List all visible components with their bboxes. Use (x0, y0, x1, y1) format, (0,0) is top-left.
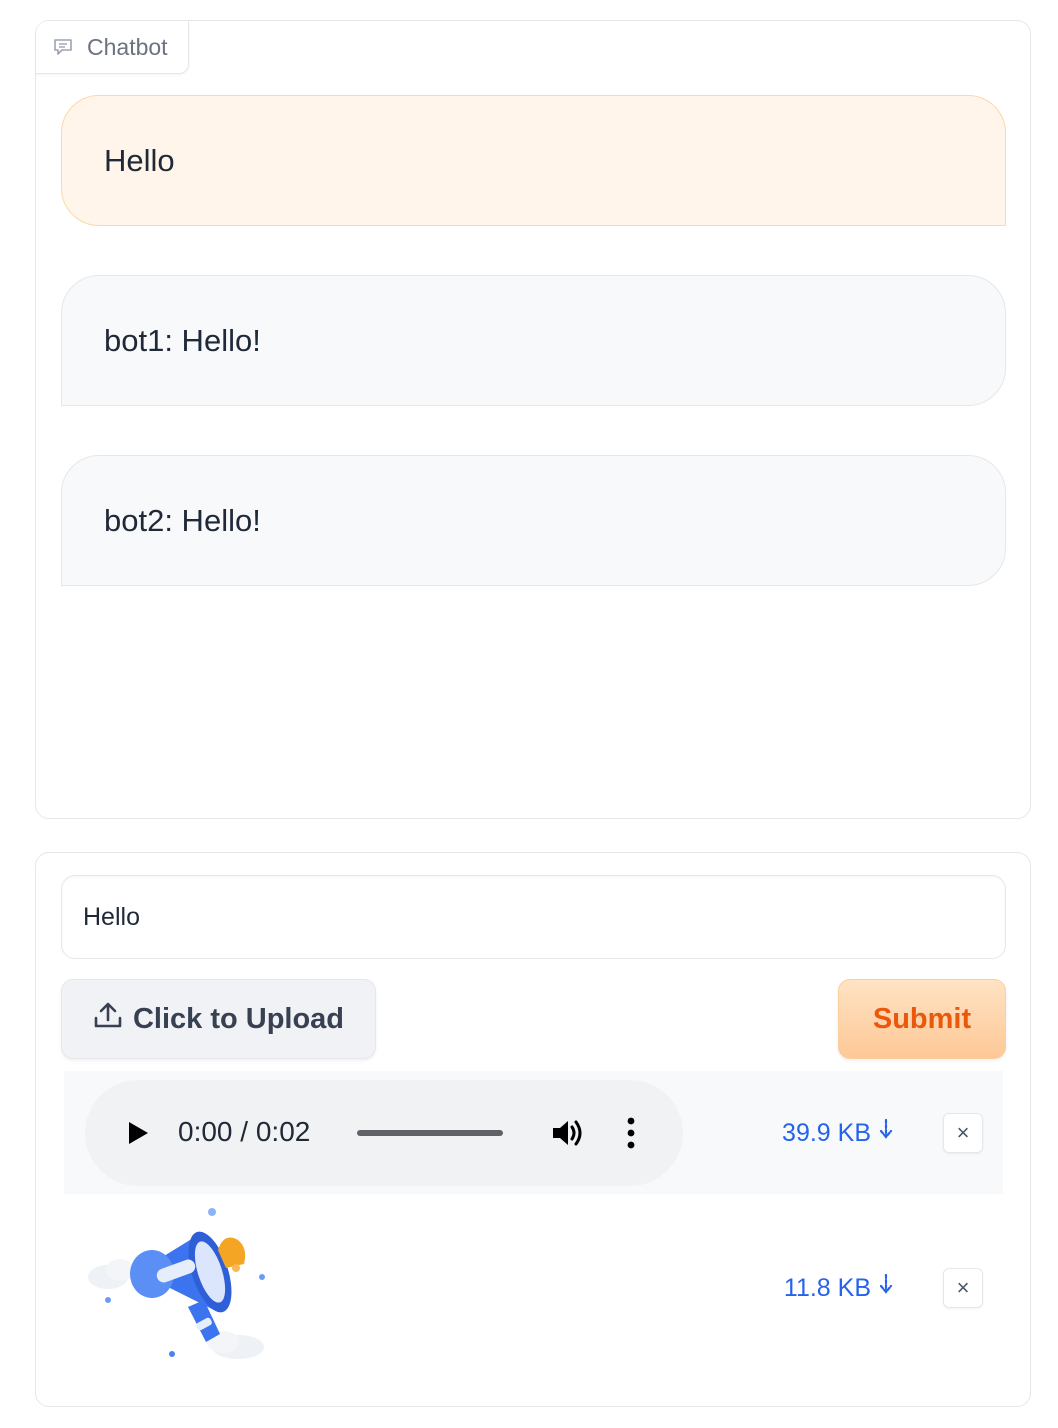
download-icon (879, 1118, 893, 1149)
bot-message: bot1: Hello! (61, 275, 1006, 406)
upload-button[interactable]: Click to Upload (61, 979, 376, 1059)
download-icon (879, 1273, 893, 1304)
chatbot-label: Chatbot (36, 21, 189, 74)
user-message-text: Hello (104, 142, 175, 178)
submit-button[interactable]: Submit (838, 979, 1006, 1059)
file-row-image: 11.8 KB × (64, 1198, 1003, 1368)
upload-button-label: Click to Upload (132, 1002, 345, 1035)
file-row-audio: 0:00 / 0:02 39.9 KB × (64, 1071, 1003, 1194)
chat-icon (53, 38, 73, 56)
bot-message: bot2: Hello! (61, 455, 1006, 586)
audio-time: 0:00 / 0:02 (178, 1116, 311, 1147)
play-icon[interactable] (127, 1121, 149, 1150)
input-panel: Click to Upload Submit 0:00 / 0:02 (35, 852, 1031, 1407)
file-size-download-link[interactable]: 11.8 KB (784, 1273, 893, 1304)
file-size: 39.9 KB (782, 1119, 871, 1147)
bot-message-text: bot1: Hello! (104, 322, 261, 358)
upload-icon (93, 1000, 123, 1038)
remove-file-button[interactable]: × (943, 1113, 983, 1153)
audio-current-time: 0:00 (178, 1116, 233, 1147)
audio-progress-slider[interactable] (357, 1130, 503, 1136)
more-options-icon[interactable] (627, 1117, 635, 1154)
file-size-download-link[interactable]: 39.9 KB (782, 1118, 893, 1149)
chatbot-label-text: Chatbot (87, 33, 168, 60)
audio-player: 0:00 / 0:02 (85, 1080, 683, 1186)
bot-message-text: bot2: Hello! (104, 502, 261, 538)
audio-duration: 0:02 (255, 1116, 311, 1147)
message-input[interactable] (61, 875, 1006, 959)
volume-icon[interactable] (551, 1118, 585, 1153)
megaphone-icon (88, 1208, 265, 1359)
remove-file-button[interactable]: × (943, 1268, 983, 1308)
file-size: 11.8 KB (783, 1274, 871, 1302)
image-thumbnail (78, 1202, 278, 1372)
user-message: Hello (61, 95, 1006, 226)
chatbot-panel: Chatbot Hello bot1: Hello! bot2: Hello! (35, 20, 1031, 819)
